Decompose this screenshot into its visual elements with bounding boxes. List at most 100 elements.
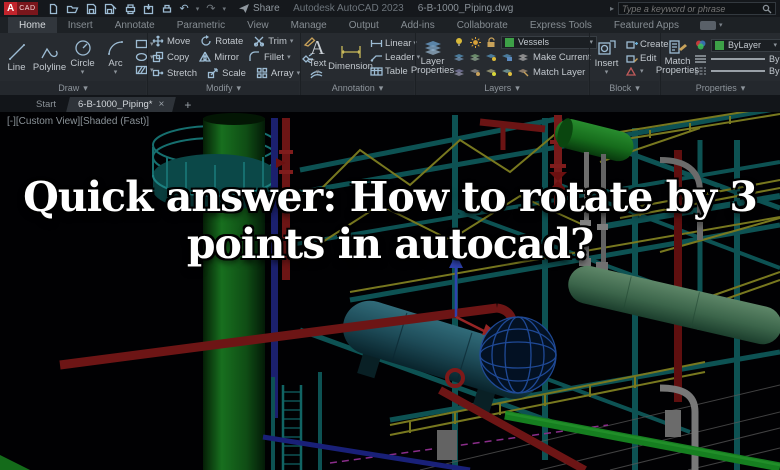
panel-layers: Layer Properties Vessels ▾ — [415, 33, 588, 95]
layer-thaw-icon[interactable] — [469, 37, 481, 48]
layer-unlock-icon[interactable] — [485, 37, 497, 48]
redo-icon[interactable]: ↷ — [206, 2, 215, 15]
ribbon-tab-express-tools[interactable]: Express Tools — [519, 17, 603, 33]
ribbon-tab-parametric[interactable]: Parametric — [166, 17, 236, 33]
layer-tool-icon[interactable] — [485, 52, 497, 63]
ribbon-tab-collaborate[interactable]: Collaborate — [446, 17, 519, 33]
new-file-icon[interactable] — [48, 3, 59, 15]
plot-icon[interactable] — [124, 3, 136, 15]
layer-dropdown[interactable]: Vessels ▾ — [501, 36, 597, 49]
array-button[interactable]: Array ▾ — [256, 67, 300, 79]
layer-properties-button[interactable]: Layer Properties — [416, 34, 449, 80]
drawing-viewport[interactable]: [-][Custom View][Shaded (Fast)] — [0, 112, 780, 470]
panel-modify-footer[interactable]: Modify ▾ — [148, 81, 299, 95]
new-tab-button[interactable]: + — [184, 98, 191, 112]
insert-block-button[interactable]: Insert ▾ — [590, 34, 623, 80]
panel-properties-footer[interactable]: Properties ▾ — [661, 81, 780, 95]
layer-tool-icon[interactable] — [469, 52, 481, 63]
undo-caret-icon[interactable]: ▾ — [196, 5, 200, 13]
close-icon[interactable]: × — [159, 99, 165, 110]
search-collapse-icon[interactable]: ▸ — [610, 4, 614, 13]
copy-button[interactable]: Copy — [152, 51, 189, 63]
match-layer-button[interactable]: Match Layer — [533, 67, 585, 78]
autocad-logo[interactable]: A CAD — [4, 2, 38, 15]
lineweight-dropdown[interactable]: ByLayer — [694, 54, 780, 64]
panel-layers-footer[interactable]: Layers ▾ — [416, 81, 588, 95]
print-icon[interactable] — [161, 3, 173, 15]
scale-button[interactable]: Scale — [207, 67, 246, 79]
polyline-button[interactable]: Polyline — [33, 34, 66, 80]
chevron-down-icon: ▾ — [719, 21, 723, 29]
dimension-button[interactable]: Dimension — [334, 34, 367, 80]
linetype-dropdown[interactable]: ByLayer — [694, 66, 780, 76]
file-tab-start[interactable]: Start — [24, 97, 68, 112]
viewport-3d-scene[interactable] — [0, 112, 780, 470]
share-plane-icon — [238, 3, 250, 14]
line-button[interactable]: Line — [0, 34, 33, 80]
arc-button[interactable]: Arc ▾ — [99, 34, 132, 80]
match-properties-button[interactable]: Match Properties — [661, 34, 694, 80]
fillet-button[interactable]: Fillet ▾ — [249, 51, 291, 63]
ribbon-tab-insert[interactable]: Insert — [57, 17, 104, 33]
share-button[interactable]: Share — [238, 3, 280, 14]
ribbon-tab-annotate[interactable]: Annotate — [104, 17, 166, 33]
panel-expand-icon: ▾ — [83, 83, 88, 94]
publish-icon[interactable] — [143, 3, 154, 15]
ribbon-extra-menu[interactable]: ▾ — [700, 17, 723, 33]
panel-draw: Line Polyline Circle ▾ Arc ▾ ▾ — [0, 33, 146, 95]
scale-icon — [207, 67, 219, 79]
layer-tool-icon[interactable] — [485, 67, 497, 78]
file-tab-document[interactable]: 6-B-1000_Piping* × — [66, 97, 176, 112]
dim-overlay — [0, 112, 780, 470]
stretch-button[interactable]: Stretch — [152, 67, 197, 79]
ribbon-tab-view[interactable]: View — [236, 17, 280, 33]
ribbon-tab-manage[interactable]: Manage — [280, 17, 338, 33]
layer-tool-icon[interactable] — [453, 67, 465, 78]
document-name: 6-B-1000_Piping.dwg — [418, 3, 514, 14]
search-icon[interactable] — [762, 4, 772, 14]
table-icon — [370, 67, 383, 76]
panel-annotation-footer[interactable]: Annotation ▾ — [301, 81, 414, 95]
panel-block-footer[interactable]: Block ▾ — [590, 81, 659, 95]
undo-icon[interactable]: ↶ — [180, 2, 189, 15]
layer-on-icon[interactable] — [453, 37, 465, 48]
layer-tool-icon[interactable] — [517, 52, 529, 63]
ribbon-tab-featured-apps[interactable]: Featured Apps — [603, 17, 690, 33]
redo-caret-icon[interactable]: ▾ — [222, 5, 226, 13]
ribbon-tab-addins[interactable]: Add-ins — [390, 17, 446, 33]
viewport-controls[interactable]: [-][Custom View][Shaded (Fast)] — [7, 116, 149, 127]
ribbon-tab-output[interactable]: Output — [338, 17, 390, 33]
layer-tool-icon[interactable] — [469, 67, 481, 78]
text-tool-icon: A — [310, 39, 324, 57]
ribbon-tab-home[interactable]: Home — [8, 17, 57, 33]
circle-caret-icon: ▾ — [81, 70, 85, 75]
layer-tool-icon[interactable] — [501, 52, 513, 63]
linear-button[interactable]: Linear ▾ — [370, 38, 420, 49]
attributes-icon — [626, 67, 638, 76]
panel-properties: Match Properties ByLayer ▾ ByLayer — [660, 33, 780, 95]
make-current-button[interactable]: Make Current — [533, 52, 591, 63]
layer-tool-icon[interactable] — [501, 67, 513, 78]
help-search-box[interactable] — [618, 2, 776, 15]
text-button[interactable]: A Text ▾ — [301, 34, 334, 80]
circle-button[interactable]: Circle ▾ — [66, 34, 99, 80]
layer-tool-icon[interactable] — [453, 52, 465, 63]
panel-expand-icon: ▾ — [635, 83, 640, 94]
mirror-button[interactable]: Mirror — [199, 51, 239, 63]
rotate-button[interactable]: Rotate — [200, 35, 243, 47]
open-folder-icon[interactable] — [66, 3, 79, 15]
move-button[interactable]: Move — [152, 35, 190, 47]
trim-button[interactable]: Trim ▾ — [253, 35, 293, 47]
panel-draw-footer[interactable]: Draw ▾ — [0, 81, 146, 95]
panel-block: Insert ▾ Create Edit ▾ Block ▾ — [589, 33, 659, 95]
ribbon-tab-bar: Home Insert Annotate Parametric View Man… — [0, 17, 780, 33]
create-block-icon — [626, 40, 638, 49]
panel-modify: Move Rotate Trim ▾ — [147, 33, 299, 95]
layer-tool-icon[interactable] — [517, 67, 529, 78]
save-as-icon[interactable] — [104, 3, 117, 15]
save-icon[interactable] — [86, 3, 97, 15]
search-input[interactable] — [622, 4, 762, 14]
lineweight-preview — [711, 58, 765, 60]
object-color-dropdown[interactable]: ByLayer ▾ — [711, 39, 780, 52]
copy-icon — [152, 51, 164, 63]
